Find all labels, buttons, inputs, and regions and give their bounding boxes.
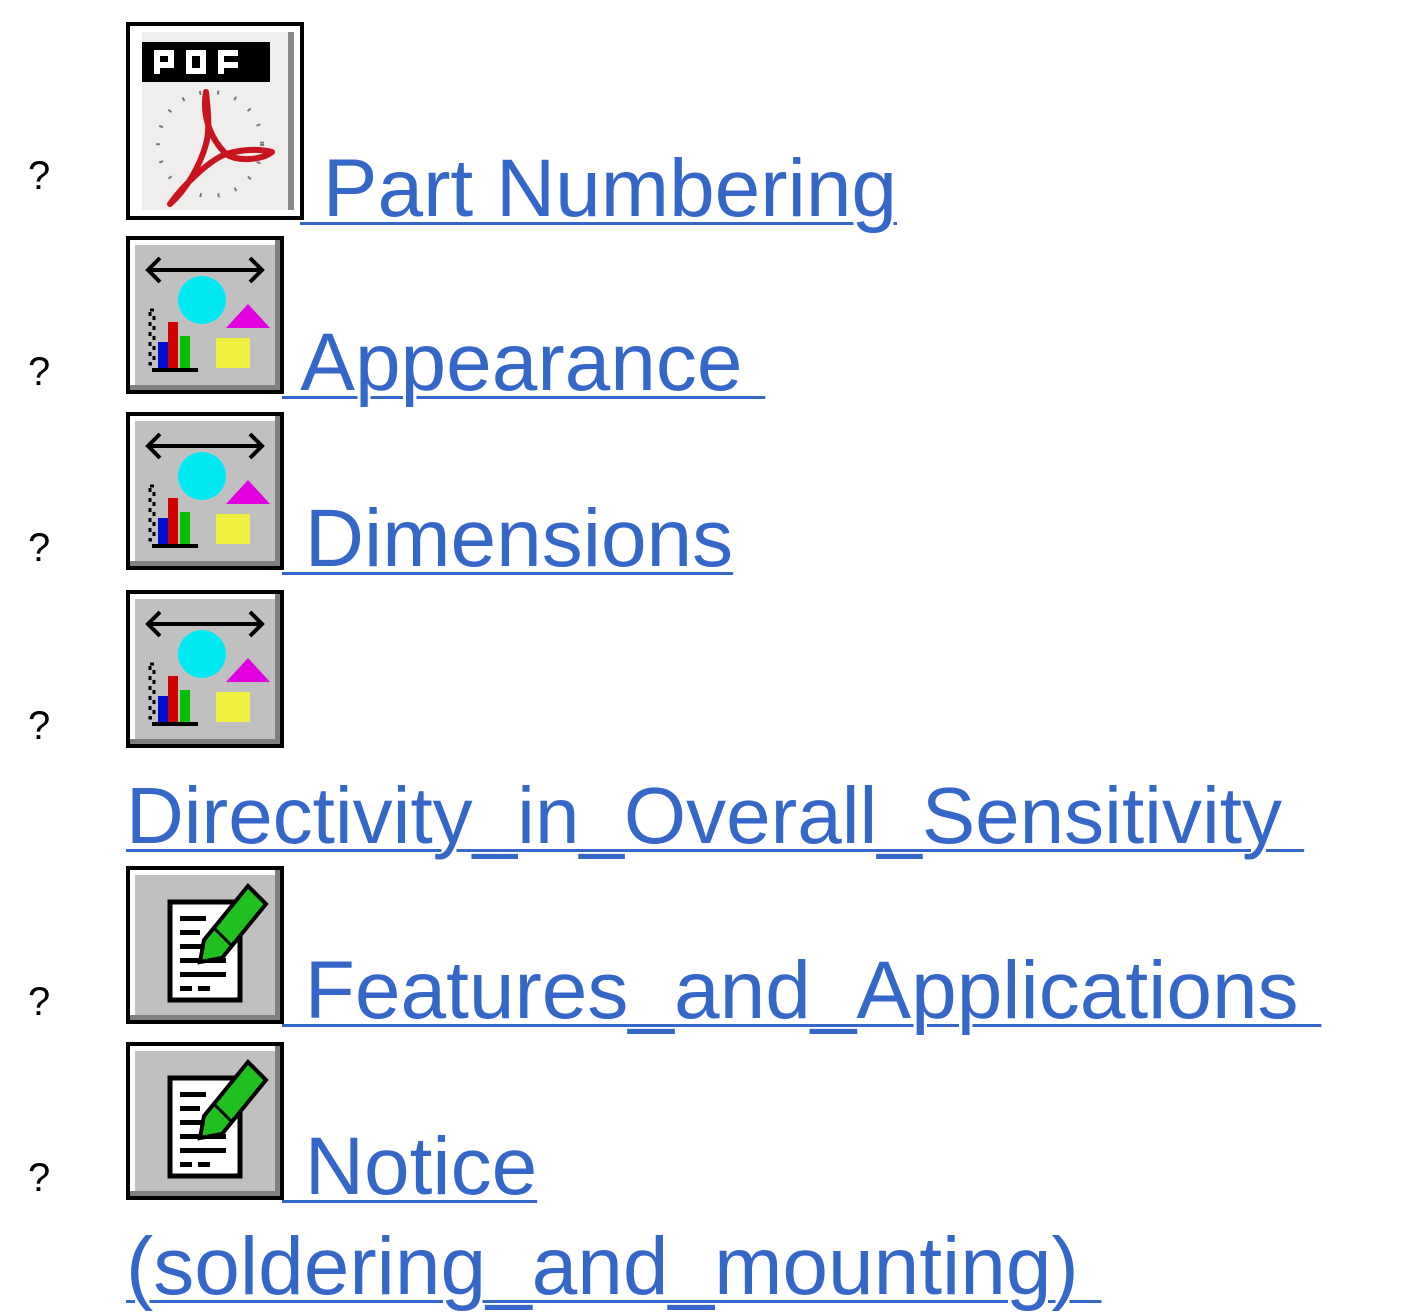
link-appearance[interactable]: Appearance: [282, 322, 765, 404]
list-bullet: ?: [28, 526, 51, 570]
link-notice-soldering-and-mounting[interactable]: (soldering_and_mounting): [126, 1226, 1102, 1308]
link-dimensions[interactable]: Dimensions: [282, 498, 733, 580]
link-notice[interactable]: Notice: [282, 1126, 537, 1208]
list-bullet: ?: [28, 350, 51, 394]
link-part-numbering[interactable]: Part Numbering: [300, 148, 897, 230]
document-pencil-icon[interactable]: [126, 866, 284, 1024]
list-bullet: ?: [28, 1156, 51, 1200]
link-features-and-applications[interactable]: Features_and_Applications: [282, 950, 1321, 1032]
pdf-icon[interactable]: [126, 22, 304, 220]
chart-shapes-icon[interactable]: [126, 590, 284, 748]
list-bullet: ?: [28, 154, 51, 198]
document-pencil-icon[interactable]: [126, 1042, 284, 1200]
chart-shapes-icon[interactable]: [126, 412, 284, 570]
chart-shapes-icon[interactable]: [126, 236, 284, 394]
link-directivity[interactable]: Directivity_in_Overall_Sensitivity: [126, 776, 1304, 856]
list-bullet: ?: [28, 704, 51, 748]
list-bullet: ?: [28, 980, 51, 1024]
